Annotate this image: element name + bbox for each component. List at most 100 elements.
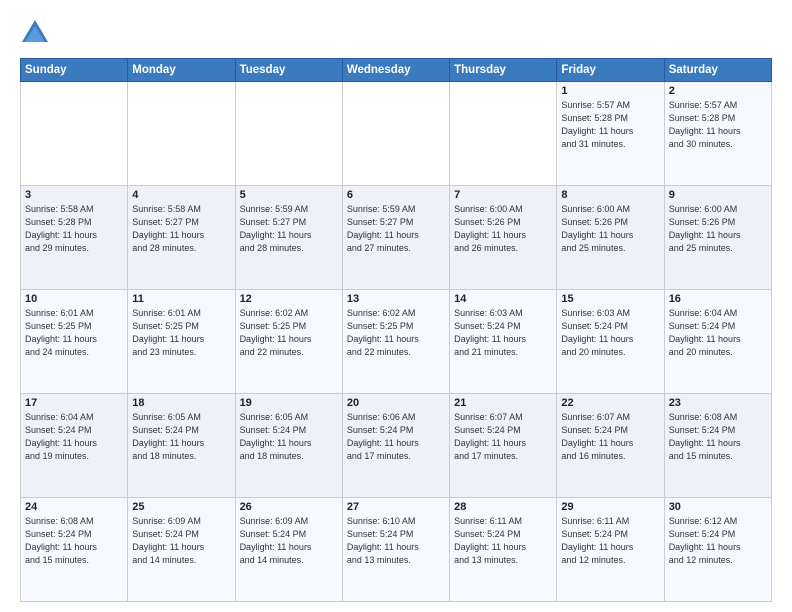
- day-number: 19: [240, 397, 338, 409]
- day-cell: 23Sunrise: 6:08 AM Sunset: 5:24 PM Dayli…: [664, 394, 771, 498]
- day-number: 30: [669, 501, 767, 513]
- day-header-sunday: Sunday: [21, 59, 128, 82]
- day-number: 29: [561, 501, 659, 513]
- day-info: Sunrise: 6:03 AM Sunset: 5:24 PM Dayligh…: [561, 307, 659, 359]
- day-cell: [450, 82, 557, 186]
- day-cell: 30Sunrise: 6:12 AM Sunset: 5:24 PM Dayli…: [664, 498, 771, 602]
- day-number: 22: [561, 397, 659, 409]
- calendar-table: SundayMondayTuesdayWednesdayThursdayFrid…: [20, 58, 772, 602]
- day-number: 1: [561, 85, 659, 97]
- week-row-3: 17 Sunrise: 6:04 AM Sunset: 5:24 PM Dayli…: [21, 394, 772, 498]
- day-info: Sunrise: 5:58 AM Sunset: 5:27 PM Dayligh…: [132, 203, 230, 255]
- day-number: 28: [454, 501, 552, 513]
- day-info: Sunrise: 6:02 AM Sunset: 5:25 PM Dayligh…: [240, 307, 338, 359]
- day-number: 5: [240, 189, 338, 201]
- day-header-monday: Monday: [128, 59, 235, 82]
- day-cell: 4 Sunrise: 5:58 AM Sunset: 5:27 PM Daylig…: [128, 186, 235, 290]
- week-row-4: 24 Sunrise: 6:08 AM Sunset: 5:24 PM Dayli…: [21, 498, 772, 602]
- day-cell: [128, 82, 235, 186]
- calendar-body: 1 Sunrise: 5:57 AM Sunset: 5:28 PM Daylig…: [21, 82, 772, 602]
- day-cell: 5 Sunrise: 5:59 AM Sunset: 5:27 PM Daylig…: [235, 186, 342, 290]
- day-cell: 7Sunrise: 6:00 AM Sunset: 5:26 PM Daylig…: [450, 186, 557, 290]
- day-header-tuesday: Tuesday: [235, 59, 342, 82]
- day-cell: 12 Sunrise: 6:02 AM Sunset: 5:25 PM Dayli…: [235, 290, 342, 394]
- header: [20, 18, 772, 48]
- day-info: Sunrise: 6:10 AM Sunset: 5:24 PM Dayligh…: [347, 515, 445, 567]
- day-cell: 14Sunrise: 6:03 AM Sunset: 5:24 PM Dayli…: [450, 290, 557, 394]
- day-info: Sunrise: 5:57 AM Sunset: 5:28 PM Dayligh…: [669, 99, 767, 151]
- day-number: 8: [561, 189, 659, 201]
- day-cell: 22 Sunrise: 6:07 AM Sunset: 5:24 PM Dayli…: [557, 394, 664, 498]
- day-number: 24: [25, 501, 123, 513]
- day-info: Sunrise: 6:09 AM Sunset: 5:24 PM Dayligh…: [240, 515, 338, 567]
- week-row-2: 10 Sunrise: 6:01 AM Sunset: 5:25 PM Dayli…: [21, 290, 772, 394]
- day-number: 7: [454, 189, 552, 201]
- day-info: Sunrise: 6:00 AM Sunset: 5:26 PM Dayligh…: [561, 203, 659, 255]
- day-number: 17: [25, 397, 123, 409]
- day-number: 2: [669, 85, 767, 97]
- day-cell: 27Sunrise: 6:10 AM Sunset: 5:24 PM Dayli…: [342, 498, 449, 602]
- header-row: SundayMondayTuesdayWednesdayThursdayFrid…: [21, 59, 772, 82]
- calendar-header: SundayMondayTuesdayWednesdayThursdayFrid…: [21, 59, 772, 82]
- day-number: 10: [25, 293, 123, 305]
- day-cell: 28 Sunrise: 6:11 AM Sunset: 5:24 PM Dayli…: [450, 498, 557, 602]
- day-info: Sunrise: 6:11 AM Sunset: 5:24 PM Dayligh…: [454, 515, 552, 567]
- day-info: Sunrise: 5:59 AM Sunset: 5:27 PM Dayligh…: [240, 203, 338, 255]
- day-header-saturday: Saturday: [664, 59, 771, 82]
- day-info: Sunrise: 6:07 AM Sunset: 5:24 PM Dayligh…: [454, 411, 552, 463]
- day-info: Sunrise: 6:03 AM Sunset: 5:24 PM Dayligh…: [454, 307, 552, 359]
- day-cell: [342, 82, 449, 186]
- week-row-1: 3 Sunrise: 5:58 AM Sunset: 5:28 PM Daylig…: [21, 186, 772, 290]
- day-cell: 21Sunrise: 6:07 AM Sunset: 5:24 PM Dayli…: [450, 394, 557, 498]
- day-info: Sunrise: 6:06 AM Sunset: 5:24 PM Dayligh…: [347, 411, 445, 463]
- day-number: 16: [669, 293, 767, 305]
- day-info: Sunrise: 6:08 AM Sunset: 5:24 PM Dayligh…: [669, 411, 767, 463]
- day-header-friday: Friday: [557, 59, 664, 82]
- day-info: Sunrise: 6:02 AM Sunset: 5:25 PM Dayligh…: [347, 307, 445, 359]
- day-info: Sunrise: 6:04 AM Sunset: 5:24 PM Dayligh…: [25, 411, 123, 463]
- day-cell: 3 Sunrise: 5:58 AM Sunset: 5:28 PM Daylig…: [21, 186, 128, 290]
- day-number: 9: [669, 189, 767, 201]
- day-info: Sunrise: 6:05 AM Sunset: 5:24 PM Dayligh…: [132, 411, 230, 463]
- day-cell: 6 Sunrise: 5:59 AM Sunset: 5:27 PM Daylig…: [342, 186, 449, 290]
- day-cell: 13Sunrise: 6:02 AM Sunset: 5:25 PM Dayli…: [342, 290, 449, 394]
- page: SundayMondayTuesdayWednesdayThursdayFrid…: [0, 0, 792, 612]
- day-info: Sunrise: 5:58 AM Sunset: 5:28 PM Dayligh…: [25, 203, 123, 255]
- day-cell: 17 Sunrise: 6:04 AM Sunset: 5:24 PM Dayli…: [21, 394, 128, 498]
- week-row-0: 1 Sunrise: 5:57 AM Sunset: 5:28 PM Daylig…: [21, 82, 772, 186]
- day-number: 4: [132, 189, 230, 201]
- day-number: 11: [132, 293, 230, 305]
- day-cell: 16 Sunrise: 6:04 AM Sunset: 5:24 PM Dayli…: [664, 290, 771, 394]
- day-number: 18: [132, 397, 230, 409]
- day-info: Sunrise: 6:07 AM Sunset: 5:24 PM Dayligh…: [561, 411, 659, 463]
- day-header-thursday: Thursday: [450, 59, 557, 82]
- day-info: Sunrise: 6:09 AM Sunset: 5:24 PM Dayligh…: [132, 515, 230, 567]
- day-cell: [21, 82, 128, 186]
- day-info: Sunrise: 6:11 AM Sunset: 5:24 PM Dayligh…: [561, 515, 659, 567]
- day-info: Sunrise: 6:01 AM Sunset: 5:25 PM Dayligh…: [25, 307, 123, 359]
- day-cell: 24 Sunrise: 6:08 AM Sunset: 5:24 PM Dayli…: [21, 498, 128, 602]
- day-cell: 1 Sunrise: 5:57 AM Sunset: 5:28 PM Daylig…: [557, 82, 664, 186]
- day-cell: 8 Sunrise: 6:00 AM Sunset: 5:26 PM Daylig…: [557, 186, 664, 290]
- day-cell: 26 Sunrise: 6:09 AM Sunset: 5:24 PM Dayli…: [235, 498, 342, 602]
- day-info: Sunrise: 5:57 AM Sunset: 5:28 PM Dayligh…: [561, 99, 659, 151]
- day-header-wednesday: Wednesday: [342, 59, 449, 82]
- day-cell: 2 Sunrise: 5:57 AM Sunset: 5:28 PM Daylig…: [664, 82, 771, 186]
- day-cell: 10 Sunrise: 6:01 AM Sunset: 5:25 PM Dayli…: [21, 290, 128, 394]
- day-info: Sunrise: 6:00 AM Sunset: 5:26 PM Dayligh…: [669, 203, 767, 255]
- day-info: Sunrise: 6:08 AM Sunset: 5:24 PM Dayligh…: [25, 515, 123, 567]
- day-cell: 19 Sunrise: 6:05 AM Sunset: 5:24 PM Dayli…: [235, 394, 342, 498]
- day-number: 15: [561, 293, 659, 305]
- day-number: 3: [25, 189, 123, 201]
- day-cell: 15 Sunrise: 6:03 AM Sunset: 5:24 PM Dayli…: [557, 290, 664, 394]
- day-number: 12: [240, 293, 338, 305]
- day-info: Sunrise: 6:05 AM Sunset: 5:24 PM Dayligh…: [240, 411, 338, 463]
- day-cell: 20Sunrise: 6:06 AM Sunset: 5:24 PM Dayli…: [342, 394, 449, 498]
- day-cell: 25 Sunrise: 6:09 AM Sunset: 5:24 PM Dayli…: [128, 498, 235, 602]
- day-number: 26: [240, 501, 338, 513]
- day-number: 6: [347, 189, 445, 201]
- day-number: 25: [132, 501, 230, 513]
- logo-icon: [20, 18, 50, 48]
- day-info: Sunrise: 5:59 AM Sunset: 5:27 PM Dayligh…: [347, 203, 445, 255]
- day-info: Sunrise: 6:04 AM Sunset: 5:24 PM Dayligh…: [669, 307, 767, 359]
